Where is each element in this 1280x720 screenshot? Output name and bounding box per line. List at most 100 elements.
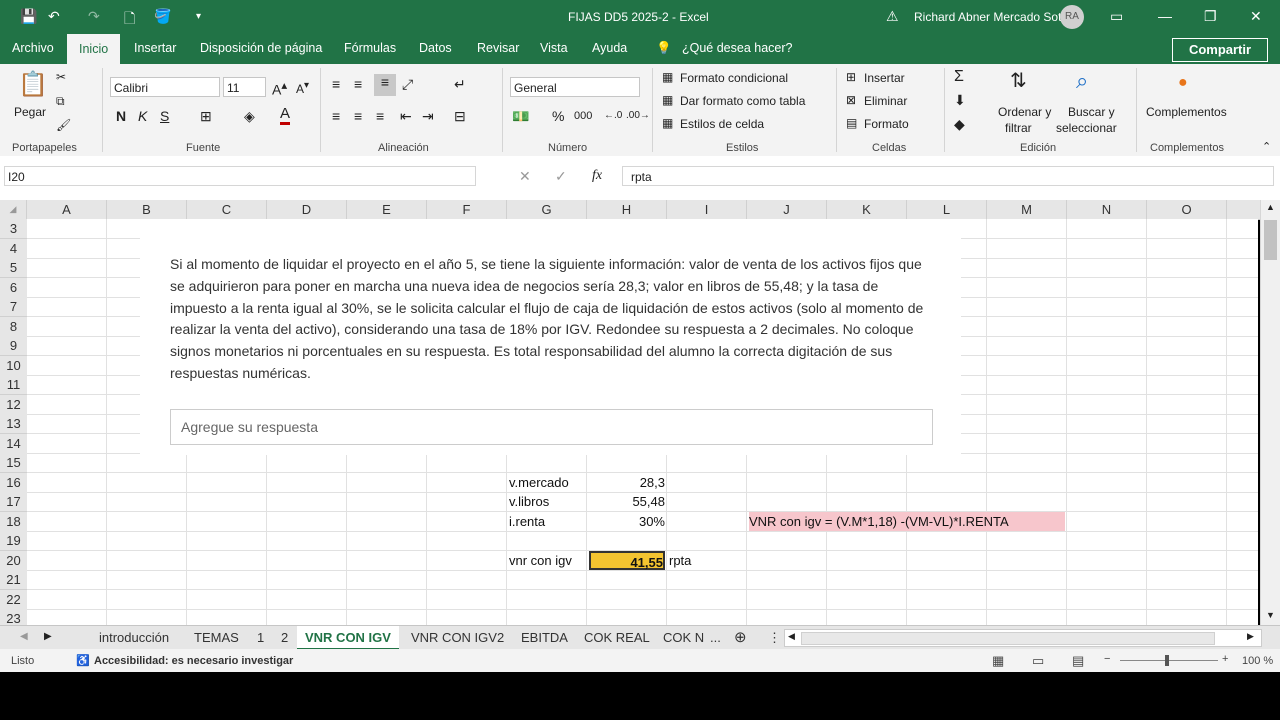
row-header[interactable]: 21	[0, 570, 27, 590]
search-icon[interactable]: ⌕	[1076, 68, 1088, 94]
row-header[interactable]: 12	[0, 395, 27, 415]
select-all-corner[interactable]: ◢	[0, 200, 27, 219]
autosum-icon[interactable]: Σ	[954, 68, 964, 86]
row-header[interactable]: 18	[0, 512, 27, 532]
tell-me-input[interactable]: ¿Qué desea hacer?	[682, 41, 793, 55]
addins-icon[interactable]: ●	[1178, 74, 1188, 92]
increase-indent-icon[interactable]: ⇥	[422, 108, 434, 125]
format-cells-button[interactable]: Formato	[864, 117, 909, 131]
scroll-down-icon[interactable]: ▼	[1266, 610, 1275, 620]
row-header[interactable]: 10	[0, 356, 27, 376]
cell-h18[interactable]: 30%	[589, 512, 665, 531]
paint-bucket-icon[interactable]: 🪣	[154, 8, 171, 25]
align-top-icon[interactable]: ≡	[332, 76, 340, 92]
grow-font-icon[interactable]: A▴	[272, 78, 287, 98]
cancel-icon[interactable]: ✕	[519, 168, 531, 185]
column-header[interactable]: J	[747, 200, 827, 219]
comma-style-icon[interactable]: 000	[574, 110, 592, 122]
accessibility-status[interactable]: Accesibilidad: es necesario investigar	[94, 655, 293, 667]
sheet-tab[interactable]: COK N	[663, 626, 704, 650]
row-header[interactable]: 9	[0, 336, 27, 356]
fill-icon[interactable]: ⬇	[954, 92, 966, 109]
row-header[interactable]: 8	[0, 317, 27, 337]
borders-icon[interactable]: ⊞	[200, 108, 212, 125]
column-header[interactable]: H	[587, 200, 667, 219]
font-color-icon[interactable]: A	[280, 106, 291, 125]
merge-center-icon[interactable]: ⊟	[454, 108, 466, 125]
column-header[interactable]: C	[187, 200, 267, 219]
row-header[interactable]: 7	[0, 297, 27, 317]
increase-decimal-icon[interactable]: ←.0	[604, 110, 622, 121]
column-header[interactable]: L	[907, 200, 987, 219]
column-header[interactable]: N	[1067, 200, 1147, 219]
cell-styles-icon[interactable]: ▦	[662, 116, 673, 130]
paste-icon[interactable]: 📋	[18, 70, 48, 99]
column-header[interactable]: E	[347, 200, 427, 219]
row-header[interactable]: 15	[0, 453, 27, 473]
row-header[interactable]: 4	[0, 239, 27, 259]
currency-icon[interactable]: 💵	[512, 108, 529, 125]
horizontal-scrollbar[interactable]: ◀ ▶	[784, 629, 1262, 647]
underline-button[interactable]: S	[160, 108, 169, 124]
tab-archivo[interactable]: Archivo	[12, 41, 54, 55]
tab-ayuda[interactable]: Ayuda	[592, 41, 627, 55]
font-size-box[interactable]: 11	[223, 77, 266, 97]
sort-filter-label-2[interactable]: filtrar	[1005, 121, 1032, 135]
column-header[interactable]: F	[427, 200, 507, 219]
row-header[interactable]: 22	[0, 590, 27, 610]
row-header[interactable]: 16	[0, 473, 27, 493]
close-icon[interactable]: ✕	[1250, 8, 1262, 25]
tab-inicio[interactable]: Inicio	[67, 34, 121, 64]
tab-insertar[interactable]: Insertar	[134, 41, 176, 55]
sheet-tab[interactable]: 2	[281, 626, 288, 650]
align-bottom-icon[interactable]: ≡	[374, 74, 396, 96]
row-header[interactable]: 17	[0, 492, 27, 512]
scroll-up-icon[interactable]: ▲	[1266, 202, 1275, 212]
cell-h17[interactable]: 55,48	[589, 492, 665, 511]
column-header[interactable]: B	[107, 200, 187, 219]
column-header[interactable]: G	[507, 200, 587, 219]
minimize-icon[interactable]: —	[1158, 8, 1172, 24]
column-header[interactable]: I	[667, 200, 747, 219]
sort-filter-icon[interactable]: ⇅	[1010, 68, 1027, 93]
sheet-tab[interactable]: VNR CON IGV2	[411, 626, 504, 650]
formula-note-cell[interactable]: VNR con igv = (V.M*1,18) -(VM-VL)*I.RENT…	[749, 512, 1065, 531]
enter-icon[interactable]: ✓	[555, 168, 567, 185]
font-name-box[interactable]: Calibri	[110, 77, 220, 97]
prev-sheet-icon[interactable]: ◀	[20, 631, 28, 642]
cell-g17[interactable]: v.libros	[509, 492, 585, 511]
row-header[interactable]: 6	[0, 278, 27, 298]
paste-button[interactable]: Pegar	[14, 105, 46, 119]
vertical-scrollbar[interactable]: ▲ ▼	[1260, 200, 1280, 625]
accessibility-icon[interactable]: ♿	[76, 654, 90, 667]
row-header[interactable]: 11	[0, 375, 27, 395]
number-format-box[interactable]: General	[510, 77, 640, 97]
sheet-tab[interactable]: TEMAS	[194, 626, 239, 650]
restore-icon[interactable]: ❐	[1204, 8, 1217, 25]
share-button[interactable]: Compartir	[1172, 38, 1268, 62]
next-sheet-icon[interactable]: ▶	[44, 631, 52, 642]
format-table-button[interactable]: Dar formato como tabla	[680, 94, 805, 108]
conditional-format-icon[interactable]: ▦	[662, 70, 673, 84]
cell-styles-button[interactable]: Estilos de celda	[680, 117, 764, 131]
cell-h16[interactable]: 28,3	[589, 473, 665, 492]
avatar[interactable]: RA	[1060, 5, 1084, 29]
sort-filter-label[interactable]: Ordenar y	[998, 105, 1051, 119]
save-icon[interactable]: 💾	[20, 8, 37, 25]
more-tabs-icon[interactable]: ...	[710, 626, 721, 650]
cell-g18[interactable]: i.renta	[509, 512, 585, 531]
row-header[interactable]: 13	[0, 414, 27, 434]
new-file-icon[interactable]: 🗋	[124, 8, 135, 32]
sheet-tab-active[interactable]: VNR CON IGV	[297, 626, 399, 650]
cell-i20[interactable]: rpta	[669, 551, 745, 570]
undo-icon[interactable]: ↶	[48, 8, 60, 25]
column-header[interactable]: K	[827, 200, 907, 219]
zoom-level[interactable]: 100 %	[1242, 655, 1273, 667]
column-header[interactable]: A	[27, 200, 107, 219]
hscroll-thumb[interactable]	[801, 632, 1215, 645]
clear-icon[interactable]: ◆	[954, 116, 965, 133]
tab-formulas[interactable]: Fórmulas	[344, 41, 396, 55]
column-header[interactable]: M	[987, 200, 1067, 219]
cell-g16[interactable]: v.mercado	[509, 473, 585, 492]
scroll-left-icon[interactable]: ◀	[788, 631, 795, 642]
